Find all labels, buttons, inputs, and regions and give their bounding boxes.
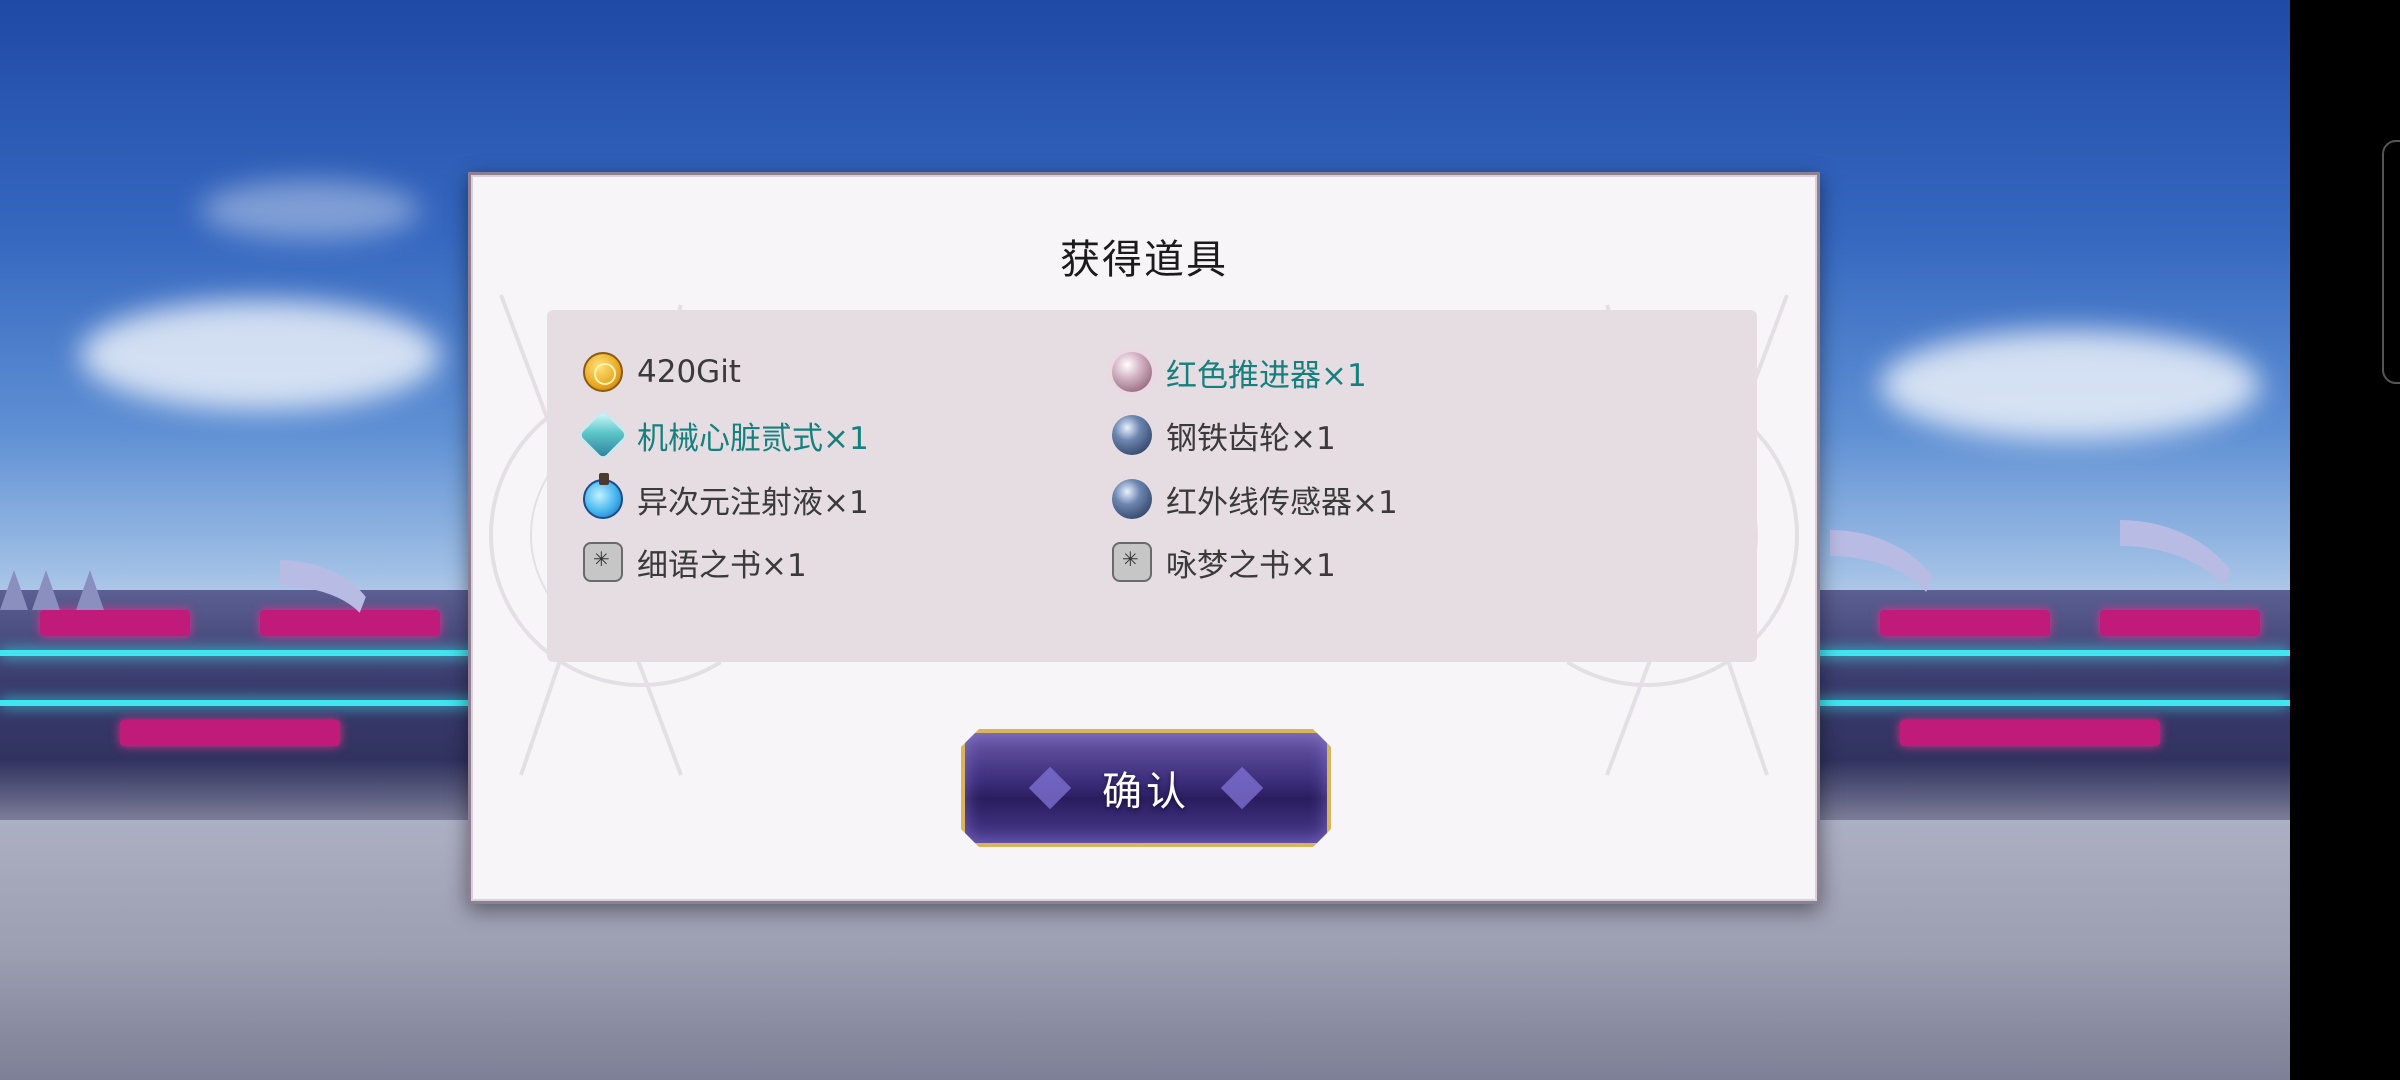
list-item[interactable]: 细语之书×1 (583, 538, 807, 586)
dialog-title: 获得道具 (1060, 237, 1228, 283)
crystal-icon (579, 411, 627, 459)
book-icon (583, 542, 623, 582)
list-item[interactable]: 420Git (583, 348, 741, 396)
item-label: 细语之书×1 (637, 547, 807, 584)
book-icon (1112, 542, 1152, 582)
item-label: 钢铁齿轮×1 (1166, 420, 1336, 457)
item-label: 420Git (637, 354, 741, 390)
list-item[interactable]: 机械心脏贰式×1 (579, 411, 869, 459)
list-item[interactable]: 咏梦之书×1 (1112, 538, 1336, 586)
neon-panel (120, 720, 340, 746)
item-list: 420Git 机械心脏贰式×1 异次元注射液×1 细语之书×1 红色推进器×1 … (547, 310, 1757, 662)
cloud (80, 300, 440, 410)
orb-icon (1112, 479, 1152, 519)
horn (280, 560, 380, 636)
item-label: 机械心脏贰式×1 (637, 420, 869, 457)
item-label: 红色推进器×1 (1166, 357, 1367, 394)
spike (76, 570, 104, 610)
cloud (1880, 330, 2260, 440)
edge-handle[interactable] (2382, 140, 2400, 384)
item-label: 异次元注射液×1 (637, 484, 869, 521)
spike (0, 570, 28, 610)
list-item[interactable]: 钢铁齿轮×1 (1112, 411, 1336, 459)
list-item[interactable]: 红色推进器×1 (1112, 348, 1367, 396)
list-item[interactable]: 异次元注射液×1 (583, 473, 869, 523)
item-label: 咏梦之书×1 (1166, 547, 1336, 584)
cloud (200, 180, 420, 240)
orb-icon (1112, 415, 1152, 455)
potion-icon (583, 473, 623, 519)
neon-panel (1900, 720, 2160, 746)
diamond-ornament-icon (1029, 767, 1071, 809)
spike (32, 570, 60, 610)
confirm-button[interactable]: 确认 (961, 729, 1331, 847)
reward-dialog: 获得道具 420Git 机械心脏贰式×1 异次元注射液×1 细语之书×1 红色推… (468, 172, 1820, 904)
item-label: 红外线传感器×1 (1166, 484, 1398, 521)
list-item[interactable]: 红外线传感器×1 (1112, 475, 1398, 523)
confirm-label: 确认 (1102, 769, 1190, 815)
horn (2120, 520, 2250, 626)
horn (1830, 530, 1950, 626)
pearl-icon (1112, 352, 1152, 392)
neon-panel (40, 610, 190, 636)
diamond-ornament-icon (1221, 767, 1263, 809)
coin-icon (583, 352, 623, 392)
